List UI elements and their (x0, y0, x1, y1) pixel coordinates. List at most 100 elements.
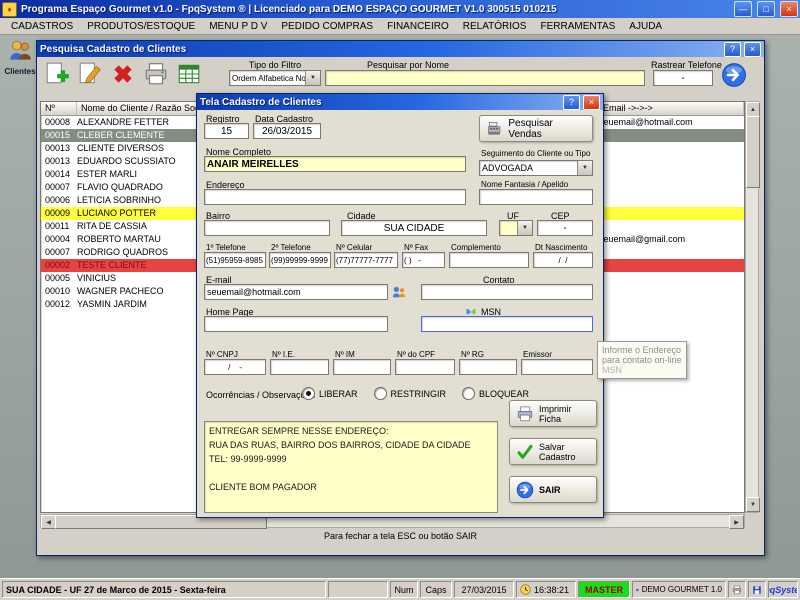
check-icon (516, 443, 534, 461)
menu-item-ajuda[interactable]: AJUDA (622, 20, 669, 33)
scroll-left-icon[interactable]: ◀ (41, 515, 56, 529)
status-date: 27/03/2015 (454, 581, 514, 598)
close-button[interactable]: × (780, 1, 798, 17)
celular-field[interactable] (334, 252, 398, 268)
contato-field[interactable] (421, 284, 593, 300)
salvar-cadastro-button[interactable]: Salvar Cadastro (509, 438, 597, 465)
email-field[interactable] (204, 284, 388, 300)
status-product-cell: DEMO GOURMET 1.0 (632, 581, 726, 598)
column-header-num[interactable]: Nº (41, 102, 77, 115)
disk-icon (752, 584, 762, 596)
sair-button[interactable]: SAIR (509, 476, 597, 503)
menu-bar: CADASTROSPRODUTOS/ESTOQUEMENU P D VPEDID… (0, 18, 800, 35)
status-disk-cell[interactable] (748, 581, 766, 598)
print-list-button[interactable] (142, 60, 170, 88)
seguimento-select[interactable]: ADVOGADA ▼ (479, 160, 593, 176)
complemento-label: Complemento (451, 243, 501, 252)
tel1-field[interactable] (204, 252, 266, 268)
emissor-label: Emissor (523, 350, 552, 359)
fax-field[interactable] (402, 252, 445, 268)
delete-client-button[interactable] (109, 60, 137, 88)
data-cadastro-field[interactable] (253, 123, 321, 139)
menu-item-financeiro[interactable]: FINANCEIRO (380, 20, 456, 33)
add-client-button[interactable] (43, 60, 71, 88)
ie-label: Nº I.E. (272, 350, 295, 359)
rg-label: Nº RG (461, 350, 484, 359)
complemento-field[interactable] (449, 252, 529, 268)
chevron-down-icon[interactable]: ▼ (577, 161, 592, 175)
app-title: Programa Espaço Gourmet v1.0 - FpqSystem… (21, 4, 729, 15)
radio-circle-icon[interactable] (462, 387, 475, 400)
pesquisar-vendas-button[interactable]: Pesquisar Vendas (479, 115, 593, 142)
menu-item-produtos-estoque[interactable]: PRODUTOS/ESTOQUE (80, 20, 202, 33)
cadastro-title: Tela Cadastro de Clientes (200, 97, 560, 108)
registro-field[interactable] (204, 123, 249, 139)
tooltip-text-msn: MSN (602, 365, 622, 375)
chevron-down-icon[interactable]: ▼ (305, 71, 320, 85)
contact-icon (392, 285, 406, 302)
im-field[interactable] (333, 359, 391, 375)
grid-vscrollbar[interactable]: ▲ ▼ (745, 101, 759, 513)
cadastro-content: Registro Data Cadastro Pesquisar Vendas … (197, 110, 603, 517)
bairro-field[interactable] (204, 220, 330, 236)
radio-restringir[interactable]: RESTRINGIR (374, 387, 447, 400)
cpf-field[interactable] (395, 359, 455, 375)
cadastro-help-button[interactable]: ? (563, 95, 580, 110)
clientes-shortcut-button[interactable]: Clientes (2, 37, 38, 87)
emissor-field[interactable] (521, 359, 593, 375)
ie-field[interactable] (270, 359, 329, 375)
pesquisa-help-button[interactable]: ? (724, 42, 741, 57)
column-header-email[interactable]: Email ->->-> (599, 102, 744, 115)
cidade-field[interactable] (341, 220, 487, 236)
phone-search-input[interactable] (653, 70, 713, 86)
phone-search-go-button[interactable] (721, 62, 747, 88)
tel2-field[interactable] (269, 252, 331, 268)
cpf-label: Nº do CPF (397, 350, 435, 359)
pesquisa-close-button[interactable]: × (744, 42, 761, 57)
scroll-right-icon[interactable]: ▶ (729, 515, 744, 529)
radio-bloquear[interactable]: BLOQUEAR (462, 387, 529, 400)
menu-item-pedido-compras[interactable]: PEDIDO COMPRAS (274, 20, 380, 33)
scroll-down-icon[interactable]: ▼ (746, 497, 760, 512)
homepage-field[interactable] (204, 316, 388, 332)
menu-item-relat-rios[interactable]: RELATÓRIOS (456, 20, 534, 33)
minimize-button[interactable]: — (734, 1, 752, 17)
search-input[interactable] (325, 70, 645, 86)
menu-item-ferramentas[interactable]: FERRAMENTAS (533, 20, 622, 33)
app-icon: ♦ (2, 2, 17, 17)
delete-icon (110, 61, 136, 87)
vscroll-thumb[interactable] (746, 116, 760, 188)
status-num: Num (390, 581, 418, 598)
cnpj-field[interactable] (204, 359, 266, 375)
status-master-badge: MASTER (578, 581, 630, 598)
report-grid-button[interactable] (175, 60, 203, 88)
maximize-button[interactable]: □ (757, 1, 775, 17)
menu-item-menu-p-d-v[interactable]: MENU P D V (202, 20, 274, 33)
radio-liberar[interactable]: LIBERAR (302, 387, 358, 400)
filter-select[interactable]: Ordem Alfabetica Nome ▼ (229, 70, 321, 86)
endereco-field[interactable] (204, 189, 466, 205)
cep-field[interactable] (537, 220, 593, 236)
fantasia-label: Nome Fantasia / Apelido (481, 180, 568, 189)
edit-client-button[interactable] (76, 60, 104, 88)
nome-completo-field[interactable] (204, 156, 466, 172)
menu-item-cadastros[interactable]: CADASTROS (4, 20, 80, 33)
status-time-cell: 16:38:21 (516, 581, 576, 598)
nascimento-field[interactable] (533, 252, 593, 268)
cnpj-label: Nº CNPJ (206, 350, 238, 359)
uf-select[interactable]: ▼ (499, 220, 533, 236)
status-printer-cell[interactable] (728, 581, 746, 598)
tel2-label: 2º Telefone (271, 243, 311, 252)
radio-circle-icon[interactable] (302, 387, 315, 400)
radio-circle-icon[interactable] (374, 387, 387, 400)
observacoes-textarea[interactable]: ENTREGAR SEMPRE NESSE ENDEREÇO: RUA DAS … (204, 421, 498, 513)
imprimir-ficha-button[interactable]: Imprimir Ficha (509, 400, 597, 427)
scroll-up-icon[interactable]: ▲ (746, 102, 760, 117)
fantasia-field[interactable] (479, 189, 593, 205)
chevron-down-icon[interactable]: ▼ (517, 221, 532, 235)
pesquisa-title: Pesquisa Cadastro de Clientes (40, 44, 721, 55)
msn-field[interactable] (421, 316, 593, 332)
cadastro-close-button[interactable]: × (583, 95, 600, 110)
rg-field[interactable] (459, 359, 517, 375)
imprimir-ficha-label: Imprimir Ficha (539, 404, 590, 424)
